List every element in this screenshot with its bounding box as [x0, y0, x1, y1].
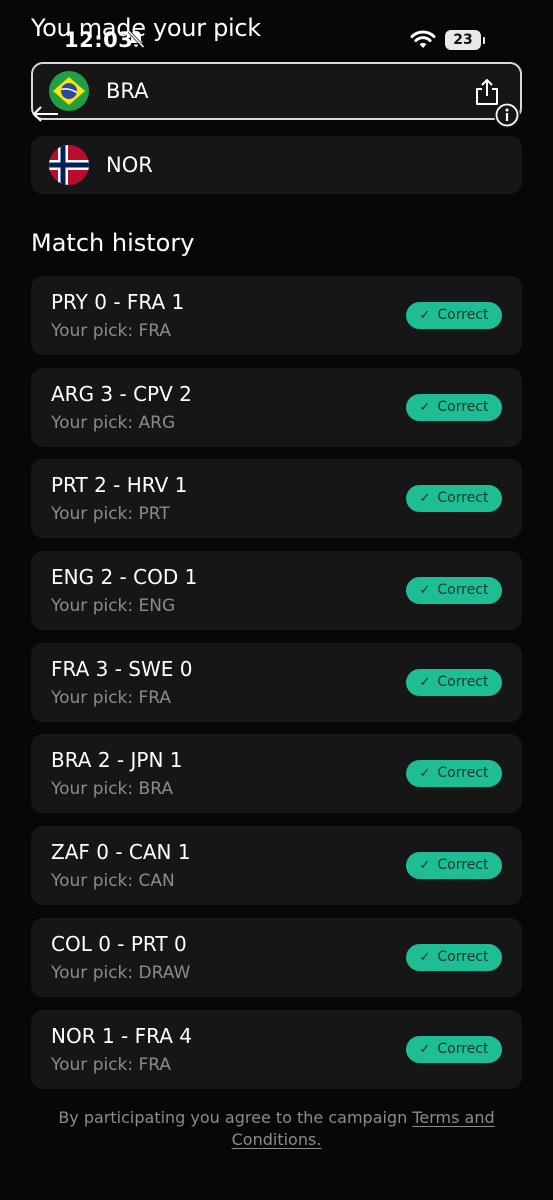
conditions-link[interactable]: Conditions. — [232, 1130, 322, 1149]
status-time: 12:03 — [64, 28, 134, 52]
check-icon: ✓ — [419, 491, 431, 507]
match-score: COL 0 - PRT 0 — [51, 931, 187, 956]
match-pick: Your pick: ARG — [51, 412, 176, 433]
status-badge: ✓ Correct — [406, 852, 502, 880]
status-badge-label: Correct — [437, 673, 489, 690]
status-badge: ✓ Correct — [406, 393, 502, 421]
back-arrow-icon[interactable] — [31, 104, 59, 124]
wifi-icon — [410, 30, 436, 48]
check-icon: ✓ — [419, 858, 431, 874]
check-icon: ✓ — [419, 399, 431, 415]
status-badge-label: Correct — [437, 765, 489, 782]
match-card: FRA 3 - SWE 0 Your pick: FRA ✓ Correct — [31, 642, 522, 722]
team-name: BRA — [106, 79, 149, 103]
match-card: COL 0 - PRT 0 Your pick: DRAW ✓ Correct — [31, 917, 522, 997]
match-score: PRT 2 - HRV 1 — [51, 473, 188, 498]
match-history-title: Match history — [31, 229, 195, 257]
match-card: NOR 1 - FRA 4 Your pick: FRA ✓ Correct — [31, 1009, 522, 1089]
terms-link[interactable]: Terms and — [412, 1108, 494, 1127]
match-score: ENG 2 - COD 1 — [51, 565, 198, 590]
status-badge: ✓ Correct — [406, 577, 502, 605]
norway-flag-icon — [49, 145, 89, 185]
share-icon[interactable] — [474, 78, 500, 106]
match-card: ARG 3 - CPV 2 Your pick: ARG ✓ Correct — [31, 367, 522, 447]
info-icon[interactable] — [494, 102, 520, 128]
match-score: ZAF 0 - CAN 1 — [51, 840, 191, 865]
status-badge: ✓ Correct — [406, 943, 502, 971]
match-pick: Your pick: ENG — [51, 596, 176, 617]
check-icon: ✓ — [419, 766, 431, 782]
match-pick: Your pick: FRA — [51, 687, 172, 708]
check-icon: ✓ — [419, 583, 431, 599]
check-icon: ✓ — [419, 674, 431, 690]
match-history-list: PRY 0 - FRA 1 Your pick: FRA ✓ Correct AR… — [31, 276, 522, 1101]
bell-muted-icon — [127, 30, 145, 49]
pick-screen: You made your pick 12:03 23 BRA NOR Matc… — [0, 0, 553, 1200]
match-card: PRY 0 - FRA 1 Your pick: FRA ✓ Correct — [31, 276, 522, 355]
match-score: NOR 1 - FRA 4 — [51, 1023, 192, 1048]
check-icon: ✓ — [419, 1041, 431, 1057]
status-badge-label: Correct — [437, 582, 489, 599]
match-pick: Your pick: FRA — [51, 321, 172, 341]
team-option-selected[interactable]: BRA — [31, 62, 522, 120]
match-pick: Your pick: CAN — [51, 871, 175, 892]
status-badge: ✓ Correct — [406, 668, 502, 696]
status-badge-label: Correct — [437, 857, 489, 874]
match-score: PRY 0 - FRA 1 — [51, 290, 185, 314]
match-score: BRA 2 - JPN 1 — [51, 748, 183, 773]
match-card: ZAF 0 - CAN 1 Your pick: CAN ✓ Correct — [31, 826, 522, 906]
status-badge: ✓ Correct — [406, 1035, 502, 1063]
match-pick: Your pick: DRAW — [51, 962, 191, 983]
status-bar: 12:03 23 — [0, 0, 553, 60]
match-pick: Your pick: PRT — [51, 504, 170, 525]
match-pick: Your pick: FRA — [51, 1054, 172, 1075]
match-pick: Your pick: BRA — [51, 779, 173, 800]
match-score: FRA 3 - SWE 0 — [51, 656, 193, 681]
check-icon: ✓ — [419, 308, 431, 323]
status-badge-label: Correct — [437, 490, 489, 507]
status-badge-label: Correct — [437, 1040, 489, 1057]
check-icon: ✓ — [419, 949, 431, 965]
battery-indicator: 23 — [445, 30, 485, 50]
team-option[interactable]: NOR — [31, 136, 522, 194]
status-badge-label: Correct — [437, 307, 489, 323]
footer-text: By participating you agree to the campai… — [58, 1108, 413, 1127]
match-card: PRT 2 - HRV 1 Your pick: PRT ✓ Correct — [31, 459, 522, 539]
status-badge: ✓ Correct — [406, 302, 502, 329]
status-badge: ✓ Correct — [406, 485, 502, 513]
status-badge-label: Correct — [437, 398, 489, 415]
match-score: ARG 3 - CPV 2 — [51, 381, 192, 406]
status-badge-label: Correct — [437, 948, 489, 965]
terms-footer: By participating you agree to the campai… — [40, 1107, 513, 1151]
team-name: NOR — [106, 153, 153, 177]
status-badge: ✓ Correct — [406, 760, 502, 788]
match-card: ENG 2 - COD 1 Your pick: ENG ✓ Correct — [31, 551, 522, 631]
match-card: BRA 2 - JPN 1 Your pick: BRA ✓ Correct — [31, 734, 522, 814]
